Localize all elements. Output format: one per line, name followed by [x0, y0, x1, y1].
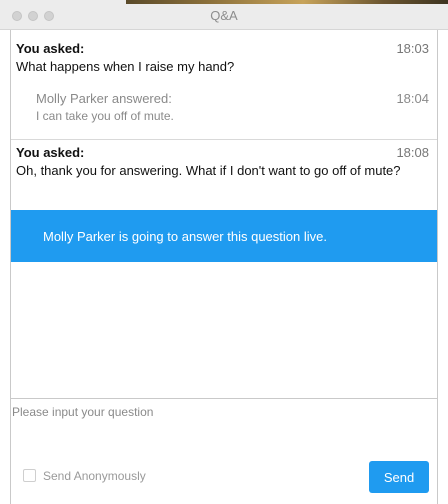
window-title: Q&A	[210, 8, 238, 23]
send-button[interactable]: Send	[369, 461, 429, 493]
question-input-area	[10, 398, 438, 456]
answer-text: I can take you off of mute.	[36, 109, 174, 123]
question-input[interactable]	[11, 401, 437, 455]
live-answer-text: Molly Parker is going to answer this que…	[43, 228, 327, 244]
asked-label: You asked:	[16, 41, 85, 56]
qa-list[interactable]: You asked: 18:03 What happens when I rai…	[10, 30, 438, 398]
question-time: 18:08	[396, 145, 429, 160]
answer-time: 18:04	[396, 91, 429, 106]
asked-label: You asked:	[16, 145, 85, 160]
live-answer-banner: Molly Parker is going to answer this que…	[11, 210, 437, 262]
question-text: What happens when I raise my hand?	[16, 59, 235, 74]
qa-item: You asked: 18:03 What happens when I rai…	[11, 38, 437, 140]
send-anonymously-checkbox[interactable]	[23, 469, 36, 482]
title-bar[interactable]: Q&A	[0, 0, 448, 30]
background-strip	[126, 0, 448, 4]
question-time: 18:03	[396, 41, 429, 56]
footer-bar: Send Anonymously Send	[10, 456, 438, 504]
send-anonymously-label[interactable]: Send Anonymously	[43, 469, 146, 483]
question-text: Oh, thank you for answering. What if I d…	[16, 163, 401, 178]
qa-item: You asked: 18:08 Oh, thank you for answe…	[11, 142, 437, 208]
qa-window: Q&A You asked: 18:03 What happens when I…	[0, 0, 448, 504]
answer-author: Molly Parker answered:	[36, 91, 172, 106]
